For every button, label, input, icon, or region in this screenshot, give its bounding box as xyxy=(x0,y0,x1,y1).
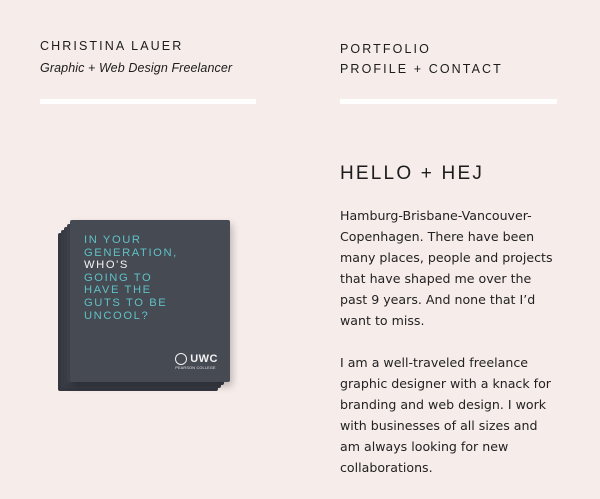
booklet-line: GOING TO xyxy=(84,271,153,284)
uwc-logo-word: UWC xyxy=(190,353,218,365)
booklet-line: HAVE THE xyxy=(84,284,152,297)
site-brand[interactable]: CHRISTINA LAUER Graphic + Web Design Fre… xyxy=(40,39,232,75)
main-nav: PORTFOLIO PROFILE + CONTACT xyxy=(340,39,503,79)
globe-icon xyxy=(175,353,188,365)
site-name[interactable]: CHRISTINA LAUER xyxy=(40,39,232,53)
booklet-image: IN YOUR GENERATION, WHO'S GOING TO HAVE … xyxy=(58,220,233,391)
uwc-logo-subtitle: PEARSON COLLEGE xyxy=(175,366,216,370)
booklet-line: UNCOOL? xyxy=(84,309,150,322)
nav-link-portfolio[interactable]: PORTFOLIO xyxy=(340,39,503,59)
booklet-line: GUTS TO BE xyxy=(84,296,168,309)
intro-paragraph: Hamburg-Brisbane-Vancouver-Copenhagen. T… xyxy=(340,208,553,328)
intro-text: Hamburg-Brisbane-Vancouver-Copenhagen. T… xyxy=(340,205,560,499)
booklet-line: WHO'S xyxy=(84,259,129,272)
booklet-line: IN YOUR xyxy=(84,234,142,246)
intro-paragraph: I am a well-traveled freelance graphic d… xyxy=(340,355,551,475)
uwc-logo: UWC PEARSON COLLEGE xyxy=(175,353,218,370)
header-divider-right xyxy=(340,99,557,104)
site-tagline: Graphic + Web Design Freelancer xyxy=(40,61,233,75)
nav-link-profile-contact[interactable]: PROFILE + CONTACT xyxy=(340,59,503,79)
booklet-cover: IN YOUR GENERATION, WHO'S GOING TO HAVE … xyxy=(70,220,230,382)
page-heading: HELLO + HEJ xyxy=(340,163,485,184)
booklet-cover-text: IN YOUR GENERATION, WHO'S GOING TO HAVE … xyxy=(84,234,178,322)
booklet-line: GENERATION, xyxy=(84,246,178,259)
header-divider-left xyxy=(40,99,256,104)
